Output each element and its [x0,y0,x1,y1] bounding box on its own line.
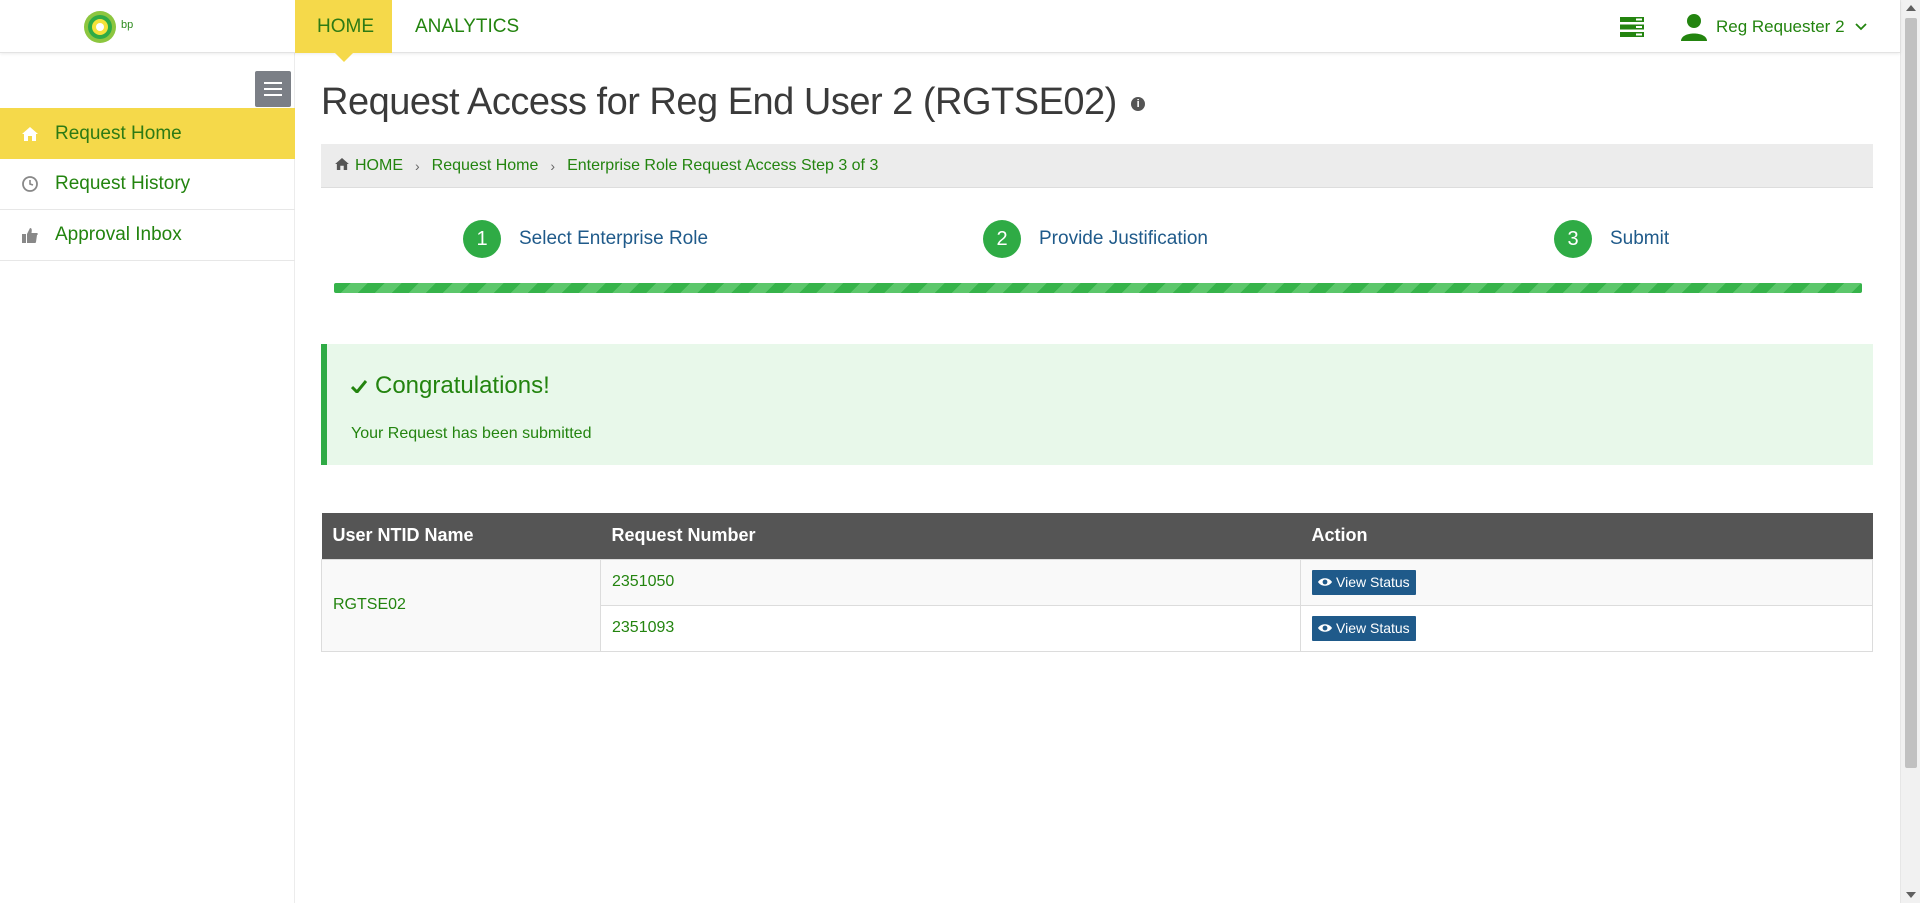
clock-icon [21,175,39,193]
nav-tab-home[interactable]: HOME [295,0,392,62]
table-row: RGTSE02 2351050 View Status [321,558,1873,652]
eye-icon [1318,624,1332,632]
request-table: User NTID Name Request Number Action RGT… [321,513,1873,652]
column-header-request-number: Request Number [600,513,1301,559]
view-status-label: View Status [1336,574,1410,590]
home-icon [335,157,349,175]
chevron-right-icon: › [415,157,420,174]
bp-helios-icon [84,11,116,43]
sidebar-item-request-home[interactable]: Request Home [0,108,295,159]
sidebar-item-label: Request History [55,173,191,194]
chevron-right-icon: › [550,157,556,174]
step-number: 2 [983,220,1021,258]
bp-logo[interactable]: bp [83,10,139,44]
user-icon [1681,14,1707,41]
step-select-role: 1 Select Enterprise Role [463,220,708,258]
stacked-list-icon[interactable] [1620,17,1644,37]
scroll-up-arrow[interactable] [1906,5,1916,11]
step-label: Submit [1610,228,1670,249]
page-scrollbar[interactable] [1900,0,1920,903]
step-submit: 3 Submit [1554,220,1669,258]
scroll-down-arrow[interactable] [1906,892,1916,898]
sidebar-item-request-history[interactable]: Request History [0,159,295,210]
step-number: 1 [463,220,501,258]
sidebar-item-approval-inbox[interactable]: Approval Inbox [0,210,295,261]
info-icon[interactable]: i [1130,96,1145,111]
page-title: Request Access for Reg End User 2 (RGTSE… [321,81,1145,124]
page-title-text: Request Access for Reg End User 2 (RGTSE… [321,81,1117,123]
success-alert: Congratulations! Your Request has been s… [321,344,1873,465]
progress-bar [334,283,1862,293]
view-status-button[interactable]: View Status [1312,615,1416,641]
alert-title: Congratulations! [351,372,550,400]
alert-body: Your Request has been submitted [351,425,592,442]
breadcrumb: HOME › Request Home › Enterprise Role Re… [321,144,1873,188]
step-number: 3 [1554,220,1592,258]
thumbs-up-icon [21,226,39,244]
chevron-down-icon [1854,23,1867,31]
breadcrumb-request-home[interactable]: Request Home [432,157,539,175]
user-name: Reg Requester 2 [1716,17,1845,36]
breadcrumb-current: Enterprise Role Request Access Step 3 of… [567,156,879,174]
column-header-user-ntid: User NTID Name [321,513,601,559]
step-label: Provide Justification [1039,228,1208,249]
check-icon [351,379,367,393]
sidebar-item-label: Approval Inbox [55,224,182,245]
alert-title-text: Congratulations! [375,372,550,399]
step-justification: 2 Provide Justification [983,220,1208,258]
step-label: Select Enterprise Role [519,228,709,249]
sidebar-toggle-button[interactable] [255,71,291,107]
eye-icon [1318,578,1332,586]
home-icon [21,125,39,143]
breadcrumb-home[interactable]: HOME [355,157,403,175]
scroll-thumb[interactable] [1905,18,1917,768]
table-header-row: User NTID Name Request Number Action [321,513,1873,559]
column-header-action: Action [1300,513,1873,559]
request-number-cell: 2351093 [600,604,1301,652]
view-status-button[interactable]: View Status [1312,569,1416,595]
sidebar-item-label: Request Home [55,122,182,144]
user-ntid-cell: RGTSE02 [321,558,601,652]
sidebar: Request Home Request History Approval In… [0,53,295,903]
action-cell: View Status [1300,604,1873,652]
wizard-steps: 1 Select Enterprise Role 2 Provide Justi… [321,220,1873,260]
top-navbar: bp HOME ANALYTICS Reg Requester 2 [0,0,1900,62]
view-status-label: View Status [1336,620,1410,636]
action-cell: View Status [1300,558,1873,606]
logo-text: bp [121,19,134,31]
nav-tab-analytics[interactable]: ANALYTICS [393,0,541,53]
request-number-cell: 2351050 [600,558,1301,606]
user-menu[interactable]: Reg Requester 2 [1680,12,1875,42]
